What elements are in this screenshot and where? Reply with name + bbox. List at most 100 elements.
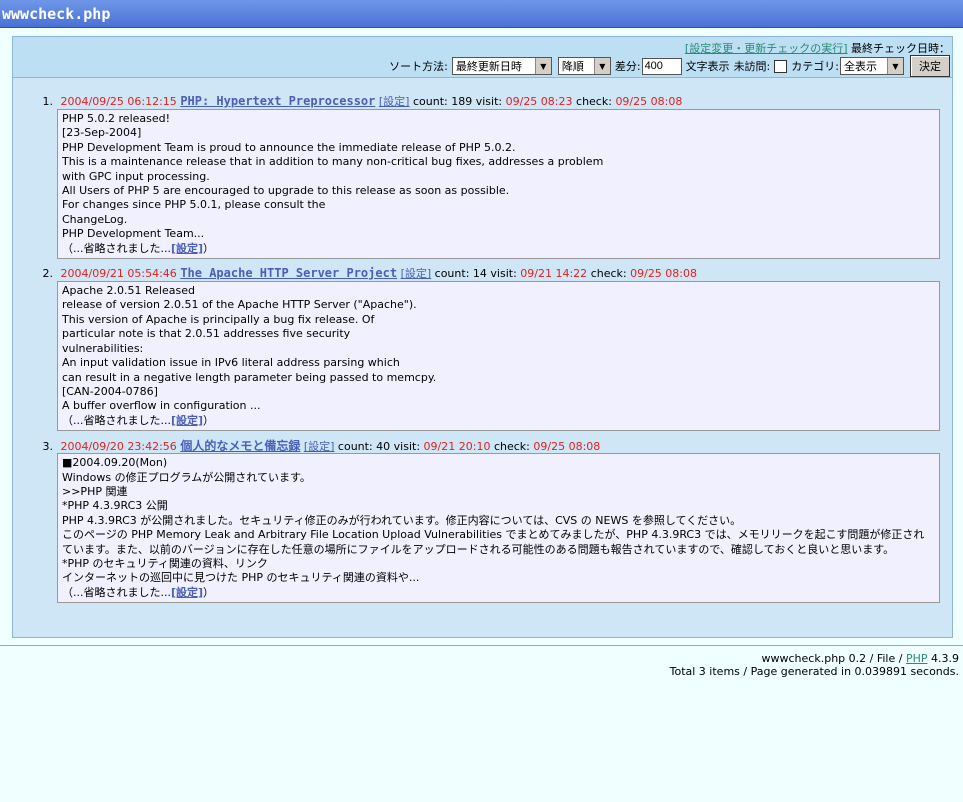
order-select[interactable]: 降順 ▼: [557, 57, 611, 75]
order-select-value: 降順: [561, 60, 584, 73]
item-description: ■2004.09.20(Mon) Windows の修正プログラムが公開されてい…: [57, 453, 940, 604]
count-value: 189: [451, 95, 473, 108]
omitted-prefix: （...省略されました...: [62, 413, 171, 427]
item-date: 2004/09/21 05:54:46: [60, 267, 177, 281]
item-header: 1. 2004/09/25 06:12:15 PHP: Hypertext Pr…: [31, 93, 941, 109]
omitted-settings-link[interactable]: [設定]: [171, 242, 203, 255]
description-line: Apache 2.0.51 Released: [62, 284, 195, 298]
description-line: ■2004.09.20(Mon): [62, 456, 168, 470]
chevron-down-icon: ▼: [593, 58, 610, 74]
description-line: [CAN-2004-0786]: [62, 384, 158, 398]
footer-php-version: 4.3.9: [927, 652, 959, 665]
chevron-down-icon: ▼: [887, 58, 903, 74]
description-line: Windows の修正プログラムが公開されています。: [62, 470, 311, 484]
item-date: 2004/09/25 06:12:15: [60, 95, 177, 108]
check-value: 09/25 08:08: [615, 95, 683, 108]
check-value: 09/25 08:08: [533, 440, 601, 454]
item-title-link[interactable]: The Apache HTTP Server Project: [180, 266, 397, 280]
check-label: check:: [576, 95, 612, 108]
footer: wwwcheck.php 0.2 / File / PHP 4.3.9 Tota…: [670, 652, 959, 678]
description-line: PHP 4.3.9RC3 が公開されました。セキュリティ修正のみが行われています…: [62, 513, 742, 527]
text-display-label: 文字表示: [685, 60, 730, 73]
sort-label: ソート方法:: [389, 60, 448, 73]
list-item: 3. 2004/09/20 23:42:56 個人的なメモと備忘録 [設定] c…: [31, 437, 941, 604]
check-label: check:: [493, 440, 530, 454]
omitted-note: （...省略されました...[設定]）: [62, 414, 935, 428]
last-check-label: 最終チェック日時：: [851, 42, 950, 55]
count-label: count:: [337, 440, 373, 454]
footer-divider: [0, 645, 963, 646]
unvisited-checkbox[interactable]: [774, 59, 788, 73]
item-header: 2. 2004/09/21 05:54:46 The Apache HTTP S…: [31, 265, 941, 281]
description-line: vulnerabilities:: [62, 341, 144, 355]
description-line: PHP Development Team is proud to announc…: [62, 140, 516, 154]
count-value: 40: [376, 440, 391, 454]
omitted-suffix: ）: [203, 241, 215, 255]
sort-select[interactable]: 最終更新日時 ▼: [451, 57, 552, 75]
submit-button[interactable]: 決定: [910, 55, 950, 77]
description-line: ChangeLog.: [62, 212, 128, 226]
item-list: 1. 2004/09/25 06:12:15 PHP: Hypertext Pr…: [31, 93, 941, 609]
count-label: count:: [412, 95, 448, 108]
category-label: カテゴリ:: [791, 60, 839, 73]
footer-version-line: wwwcheck.php 0.2 / File / PHP 4.3.9: [670, 652, 959, 665]
diff-input[interactable]: [641, 57, 682, 75]
list-item: 1. 2004/09/25 06:12:15 PHP: Hypertext Pr…: [31, 93, 941, 260]
controls-top-row: [設定変更・更新チェックの実行] 最終チェック日時：: [685, 40, 950, 56]
omitted-note: （...省略されました...[設定]）: [62, 242, 935, 256]
count-value: 14: [472, 267, 487, 281]
omitted-suffix: ）: [203, 413, 215, 427]
app-title-bar: wwwcheck.php: [0, 0, 963, 28]
description-line: このページの PHP Memory Leak and Arbitrary Fil…: [62, 528, 925, 556]
diff-label: 差分:: [614, 60, 641, 73]
item-description: Apache 2.0.51 Released release of versio…: [57, 281, 940, 432]
item-title-link[interactable]: PHP: Hypertext Preprocessor: [180, 94, 375, 108]
description-line: All Users of PHP 5 are encouraged to upg…: [62, 184, 510, 198]
description-line: PHP Development Team...: [62, 227, 205, 241]
visit-value: 09/25 08:23: [505, 95, 573, 108]
description-line: release of version 2.0.51 of the Apache …: [62, 298, 417, 312]
omitted-note: （...省略されました...[設定]）: [62, 586, 935, 600]
item-settings-link[interactable]: [設定]: [379, 95, 410, 108]
description-line: PHP 5.0.2 released!: [62, 112, 171, 125]
controls-form-row: ソート方法: 最終更新日時 ▼ 降順 ▼ 差分: 文字表示 未訪問: カテゴリ:…: [389, 55, 950, 77]
description-line: *PHP のセキュリティ関連の資料、リンク: [62, 556, 268, 570]
footer-version-text: wwwcheck.php 0.2 / File /: [761, 652, 906, 665]
unvisited-label: 未訪問:: [733, 60, 771, 73]
visit-value: 09/21 20:10: [423, 440, 491, 454]
description-line: An input validation issue in IPv6 litera…: [62, 356, 400, 370]
omitted-suffix: ）: [203, 585, 215, 599]
description-line: [23-Sep-2004]: [62, 126, 142, 140]
description-line: with GPC input processing.: [62, 169, 210, 183]
description-line: A buffer overflow in configuration ...: [62, 399, 261, 413]
item-number: 2.: [42, 267, 54, 281]
run-check-link[interactable]: [設定変更・更新チェックの実行]: [685, 42, 848, 55]
item-settings-link[interactable]: [設定]: [401, 267, 432, 280]
description-line: For changes since PHP 5.0.1, please cons…: [62, 198, 326, 212]
controls-bar: [設定変更・更新チェックの実行] 最終チェック日時： ソート方法: 最終更新日時…: [13, 37, 952, 78]
item-description: PHP 5.0.2 released! [23-Sep-2004] PHP De…: [57, 109, 940, 260]
omitted-settings-link[interactable]: [設定]: [171, 414, 203, 427]
omitted-prefix: （...省略されました...: [62, 585, 171, 599]
omitted-prefix: （...省略されました...: [62, 241, 171, 255]
description-line: can result in a negative length paramete…: [62, 370, 437, 384]
item-number: 3.: [42, 440, 54, 454]
footer-stats: Total 3 items / Page generated in 0.0398…: [669, 665, 959, 678]
sort-select-value: 最終更新日時: [455, 60, 522, 73]
item-settings-link[interactable]: [設定]: [304, 440, 335, 453]
omitted-settings-link[interactable]: [設定]: [171, 586, 203, 599]
description-line: particular note is that 2.0.51 addresses…: [62, 327, 351, 341]
app-title: wwwcheck.php: [2, 5, 111, 23]
visit-label: visit:: [475, 95, 503, 108]
php-link[interactable]: PHP: [906, 652, 928, 665]
description-line: インターネットの巡回中に見つけた PHP のセキュリティ関連の資料や...: [62, 571, 420, 585]
item-date: 2004/09/20 23:42:56: [60, 440, 177, 454]
category-select-value: 全表示: [844, 60, 877, 73]
item-title-link[interactable]: 個人的なメモと備忘録: [180, 439, 300, 453]
description-line: *PHP 4.3.9RC3 公開: [62, 499, 168, 513]
category-select[interactable]: 全表示 ▼: [840, 57, 904, 75]
check-value: 09/25 08:08: [630, 267, 698, 281]
count-label: count:: [434, 267, 470, 281]
main-panel: [設定変更・更新チェックの実行] 最終チェック日時： ソート方法: 最終更新日時…: [12, 36, 953, 638]
check-label: check:: [590, 267, 627, 281]
